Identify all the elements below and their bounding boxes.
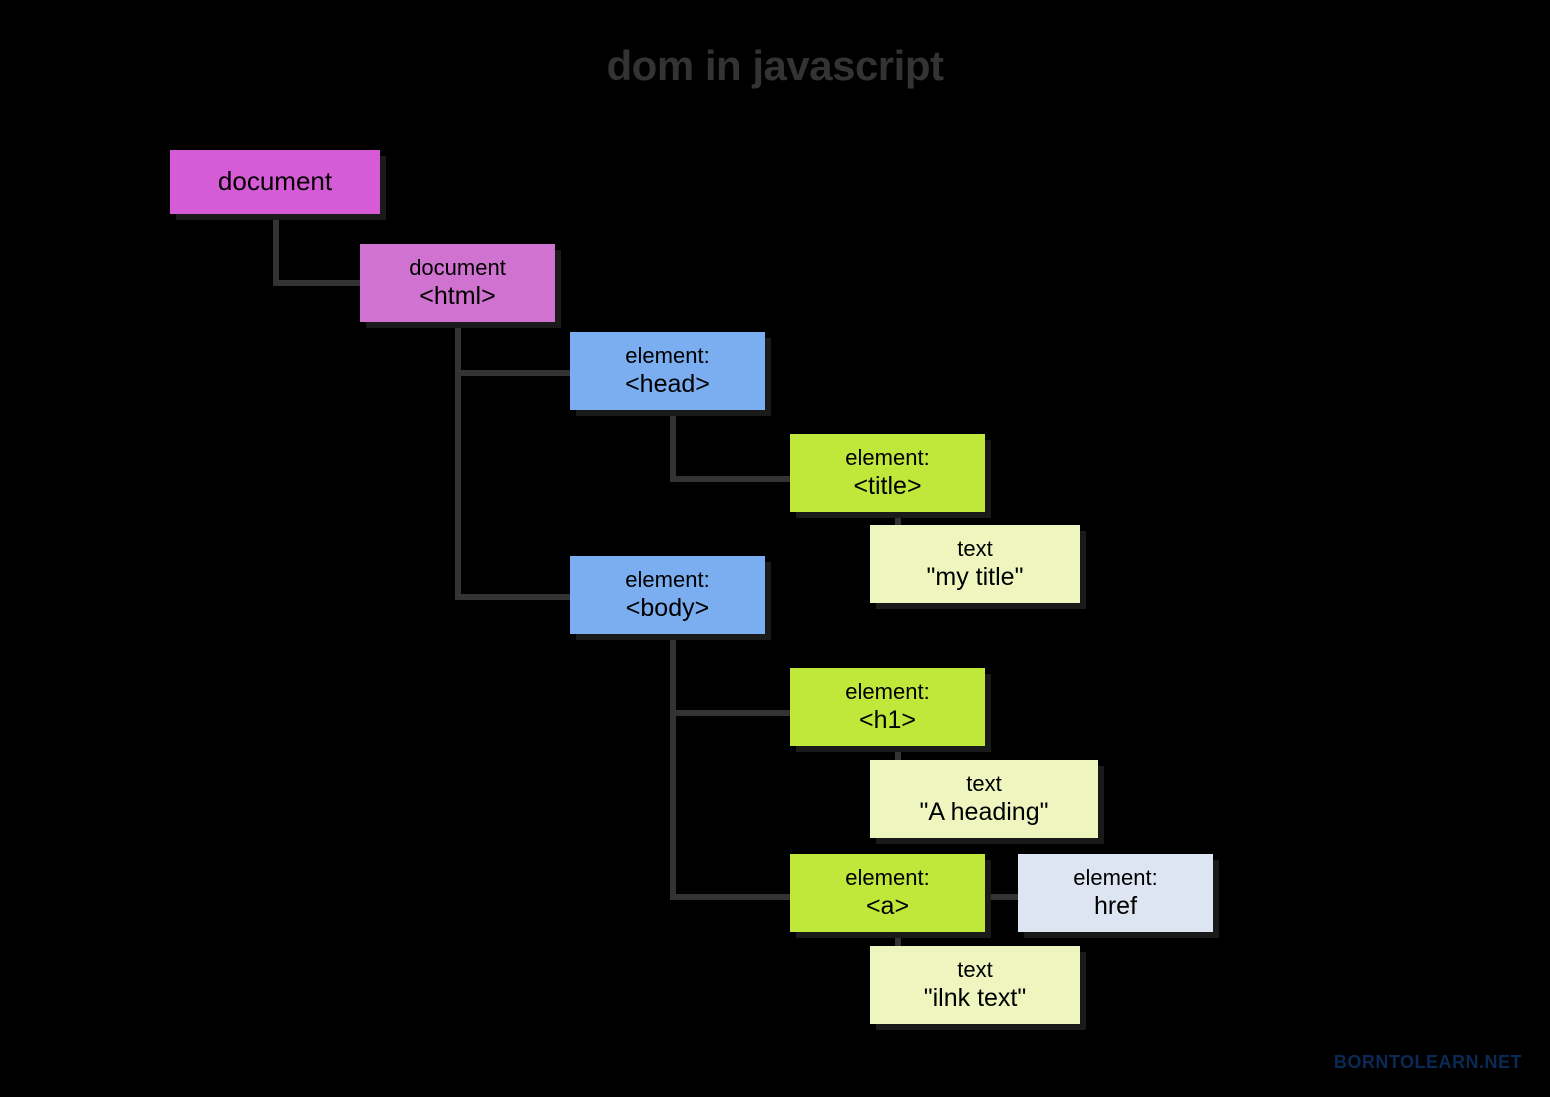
node-label: document bbox=[409, 255, 506, 281]
node-title-element: element: <title> bbox=[790, 434, 985, 512]
node-text: "my title" bbox=[927, 562, 1024, 592]
connector bbox=[455, 594, 575, 600]
node-label: text bbox=[966, 771, 1001, 797]
node-label: element: bbox=[845, 445, 929, 471]
node-title-text: text "my title" bbox=[870, 525, 1080, 603]
node-label: element: bbox=[1073, 865, 1157, 891]
node-tag: <h1> bbox=[859, 705, 916, 735]
node-tag: <head> bbox=[625, 369, 710, 399]
connector bbox=[455, 320, 461, 600]
node-a-text: text "ilnk text" bbox=[870, 946, 1080, 1024]
node-label: text bbox=[957, 957, 992, 983]
node-href: element: href bbox=[1018, 854, 1213, 932]
diagram-title: dom in javascript bbox=[607, 42, 944, 90]
node-label: element: bbox=[625, 567, 709, 593]
node-label: element: bbox=[845, 865, 929, 891]
node-tag: <body> bbox=[626, 593, 709, 623]
node-label: element: bbox=[845, 679, 929, 705]
watermark: BORNTOLEARN.NET bbox=[1334, 1052, 1522, 1073]
node-head: element: <head> bbox=[570, 332, 765, 410]
connector bbox=[670, 630, 676, 900]
node-h1: element: <h1> bbox=[790, 668, 985, 746]
node-document: document bbox=[170, 150, 380, 214]
node-label: document bbox=[218, 166, 332, 197]
node-a: element: <a> bbox=[790, 854, 985, 932]
node-tag: <html> bbox=[419, 281, 495, 311]
connector bbox=[273, 212, 279, 286]
connector bbox=[670, 476, 795, 482]
node-html: document <html> bbox=[360, 244, 555, 322]
connector bbox=[670, 710, 795, 716]
node-attr: href bbox=[1094, 891, 1137, 921]
node-body: element: <body> bbox=[570, 556, 765, 634]
node-tag: <title> bbox=[853, 471, 921, 501]
connector bbox=[670, 894, 795, 900]
node-text: "A heading" bbox=[920, 797, 1049, 827]
node-label: element: bbox=[625, 343, 709, 369]
connector bbox=[455, 370, 575, 376]
connector bbox=[670, 408, 676, 482]
node-label: text bbox=[957, 536, 992, 562]
node-text: "ilnk text" bbox=[924, 983, 1027, 1013]
node-h1-text: text "A heading" bbox=[870, 760, 1098, 838]
node-tag: <a> bbox=[866, 891, 909, 921]
